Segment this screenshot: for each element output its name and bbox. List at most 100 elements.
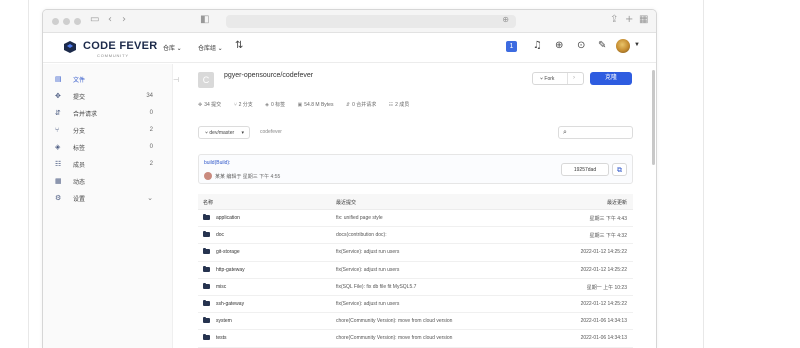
forward-icon[interactable]: › — [122, 14, 126, 25]
nav-repo-label: 仓库 — [163, 46, 176, 52]
stat-members[interactable]: ☷ 2 成员 — [389, 102, 410, 108]
stat-merge-requests[interactable]: ⇵ 0 合并请求 — [346, 102, 376, 108]
sidebar-item-label: 成员 — [73, 162, 86, 169]
members-icon: ☷ — [55, 160, 62, 168]
file-commit-message[interactable]: chore(Community Version): move from clou… — [336, 318, 452, 324]
sidebar-item-count: 2 — [149, 127, 153, 133]
back-icon[interactable]: ‹ — [108, 14, 112, 25]
table-row[interactable]: tests chore(Community Version): move from… — [198, 330, 633, 348]
sidebar-item-label: 设置 — [73, 196, 86, 203]
nav-repo-menu[interactable]: 仓库 ⌄ — [163, 43, 182, 52]
table-row[interactable]: system chore(Community Version): move fro… — [198, 313, 633, 331]
file-search-input[interactable]: ⌕ — [558, 126, 633, 139]
branch-icon: ⑂ — [205, 130, 209, 136]
folder-icon — [203, 282, 210, 289]
file-name[interactable]: application — [216, 215, 240, 221]
file-name[interactable]: git-storage — [216, 249, 240, 255]
file-commit-message[interactable]: fix(Service): adjust run users — [336, 267, 399, 273]
new-tab-icon[interactable]: + — [625, 14, 633, 25]
sidebar-item-tags[interactable]: ◈ 标签 0 — [55, 139, 163, 155]
fork-button[interactable]: ⑂ Fork › — [532, 72, 584, 85]
chevron-right-icon[interactable]: › — [573, 75, 575, 81]
file-updated-time: 2022-01-12 14:25:22 — [580, 300, 627, 307]
path-breadcrumb[interactable]: codefever — [260, 129, 282, 135]
table-row[interactable]: doc docs(contribution doc): 星期三 下午 4:32 — [198, 227, 633, 245]
commit-icon: ✥ — [55, 92, 61, 100]
caret-down-icon: ▾ — [241, 130, 244, 136]
sidebar-item-commits[interactable]: ✥ 提交 34 — [55, 88, 163, 104]
file-commit-message[interactable]: docs(contribution doc): — [336, 232, 387, 238]
collapse-sidebar-icon[interactable]: ⊣ — [173, 76, 179, 84]
file-commit-message[interactable]: fix(SQL File): fix db file fit MySQL5.7 — [336, 284, 416, 290]
file-name[interactable]: doc — [216, 232, 224, 238]
tools-icon[interactable]: ✎ — [598, 40, 606, 51]
sidebar-item-activity[interactable]: ▦ 动态 — [55, 173, 163, 189]
stat-tags[interactable]: ◈ 0 标签 — [265, 102, 285, 108]
commit-sha[interactable]: 19257dad — [561, 163, 609, 176]
tag-icon: ◈ — [55, 143, 61, 151]
table-row[interactable]: misc fix(SQL File): fix db file fit MySQL… — [198, 279, 633, 296]
commit-message[interactable]: build(Build): — [204, 160, 230, 166]
file-commit-message[interactable]: fix(Service): adjust run users — [336, 301, 399, 307]
file-name[interactable]: system — [216, 318, 232, 324]
sidebar-item-merge-requests[interactable]: ⇵ 合并请求 0 — [55, 105, 163, 121]
file-name[interactable]: ssh-gateway — [216, 301, 244, 307]
scrollbar[interactable] — [652, 70, 655, 165]
window-minimize-dot[interactable] — [63, 18, 70, 25]
file-commit-message[interactable]: fix: unified page style — [336, 215, 383, 221]
header-name: 名称 — [203, 200, 214, 206]
chevron-down-icon[interactable]: ▼ — [634, 42, 640, 48]
fork-label: ⑂ Fork — [540, 76, 554, 82]
share-icon[interactable]: ⇪ — [610, 14, 618, 25]
clone-button[interactable]: 克隆 — [590, 72, 632, 85]
window-close-dot[interactable] — [52, 18, 59, 25]
globe-icon[interactable]: ⊕ — [555, 40, 563, 51]
nav-repo-group-menu[interactable]: 仓库组 ⌄ — [198, 43, 223, 52]
file-name[interactable]: misc — [216, 284, 226, 290]
table-row[interactable]: http-gateway fix(Service): adjust run use… — [198, 262, 633, 279]
file-updated-time: 星期一 上午 10:23 — [586, 284, 627, 291]
sidebar-item-branches[interactable]: ⑂ 分支 2 — [55, 122, 163, 138]
sidebar-item-label: 标签 — [73, 145, 86, 152]
repo-name[interactable]: pgyer-opensource/codefever — [224, 72, 313, 79]
sidebar-item-label: 分支 — [73, 128, 86, 135]
notification-badge[interactable]: 1 — [506, 41, 517, 52]
stat-commits[interactable]: ✥ 34 提交 — [198, 102, 221, 108]
merge-request-icon[interactable]: ⇅ — [235, 40, 243, 51]
help-icon[interactable]: ⊙ — [577, 40, 585, 51]
sidebar-toggle-icon[interactable]: ▭ — [90, 14, 99, 25]
commit-icon: ✥ — [198, 102, 203, 108]
sidebar-item-settings[interactable]: ⚙ 设置 ⌄ — [55, 190, 163, 206]
branch-selector[interactable]: ⑂ dev/master ▾ — [198, 126, 250, 139]
window-maximize-dot[interactable] — [74, 18, 81, 25]
privacy-report-icon[interactable]: ◧ — [200, 14, 209, 25]
repo-avatar: C — [198, 72, 214, 88]
file-name[interactable]: http-gateway — [216, 267, 245, 273]
file-commit-message[interactable]: chore(Community Version): move from clou… — [336, 335, 452, 341]
sidebar-item-count: 0 — [149, 110, 153, 116]
stat-merge-requests-text: 0 合并请求 — [352, 102, 377, 108]
sidebar-item-count: 34 — [146, 93, 153, 99]
file-name[interactable]: tests — [216, 335, 227, 341]
copy-icon[interactable]: ⧉ — [612, 163, 627, 176]
tag-icon: ◈ — [265, 102, 269, 108]
browser-window: ▭ ‹ › ◧ ⊕ ⇪ + ▦ CODE FEVER COMMUNITY 仓库 … — [42, 9, 657, 348]
logo-subtitle: COMMUNITY — [97, 53, 129, 58]
settings-icon: ⚙ — [55, 194, 62, 202]
table-row[interactable]: ssh-gateway fix(Service): adjust run user… — [198, 296, 633, 314]
file-commit-message[interactable]: fix(Service): adjust run users — [336, 249, 399, 255]
user-avatar[interactable] — [616, 39, 630, 53]
sidebar-item-label: 提交 — [73, 94, 86, 101]
sidebar-item-label: 文件 — [73, 77, 86, 84]
sidebar-item-files[interactable]: ▤ 文件 — [55, 71, 163, 87]
bell-icon[interactable]: ♫ — [533, 40, 542, 51]
sidebar-item-members[interactable]: ☷ 成员 2 — [55, 156, 163, 172]
table-row[interactable]: application fix: unified page style 星期三 下午… — [198, 210, 633, 228]
file-table: 名称 最近提交 最近更新 application fix: unified pag… — [198, 194, 633, 348]
file-updated-time: 星期三 下午 4:32 — [589, 233, 627, 240]
address-bar[interactable]: ⊕ — [226, 15, 516, 28]
table-row[interactable]: git-storage fix(Service): adjust run user… — [198, 244, 633, 262]
tab-overview-icon[interactable]: ▦ — [639, 14, 648, 25]
reader-icon[interactable]: ⊕ — [502, 15, 509, 24]
stat-branches[interactable]: ⑂ 2 分支 — [234, 102, 253, 108]
